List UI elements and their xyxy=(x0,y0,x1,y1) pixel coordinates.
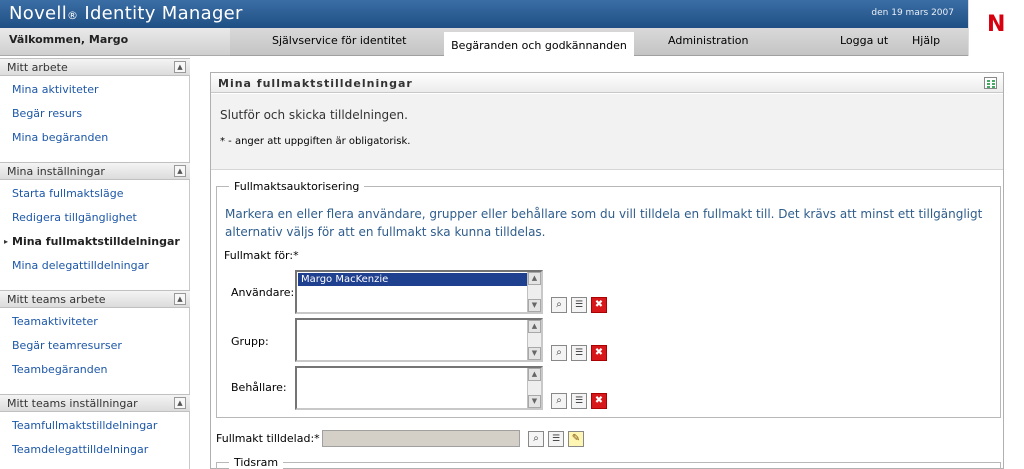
welcome-text: Välkommen, Margo xyxy=(9,33,129,46)
scroll-up-icon[interactable]: ▲ xyxy=(528,320,541,333)
sidebar-item-my-tasks[interactable]: Mina aktiviteter xyxy=(12,83,99,96)
novell-logo-icon: N xyxy=(987,12,1006,37)
search-icon[interactable]: ⌕ xyxy=(551,297,567,313)
tab-bar: Självservice för identitet Begäranden oc… xyxy=(230,28,968,56)
selected-user[interactable]: Margo MacKenzie xyxy=(298,273,528,286)
timeframe-legend: Tidsram xyxy=(229,456,284,469)
sidebar-item-request-resource[interactable]: Begär resurs xyxy=(12,107,82,120)
logout-link[interactable]: Logga ut xyxy=(840,34,888,47)
sidebar-item-team-requests[interactable]: Teambegäranden xyxy=(12,363,108,376)
section-team-work[interactable]: Mitt teams arbete ▲ xyxy=(0,290,190,308)
sidebar-item-edit-availability[interactable]: Redigera tillgänglighet xyxy=(12,211,137,224)
scroll-up-icon[interactable]: ▲ xyxy=(528,272,541,285)
collapse-icon[interactable]: ▲ xyxy=(174,61,186,73)
intro-area: Slutför och skicka tilldelningen. * - an… xyxy=(211,94,1003,170)
collapse-icon[interactable]: ▲ xyxy=(174,293,186,305)
delete-icon[interactable]: ✖ xyxy=(591,393,607,409)
intro-text: Slutför och skicka tilldelningen. xyxy=(220,108,408,122)
delete-icon[interactable]: ✖ xyxy=(591,297,607,313)
tab-requests[interactable]: Begäranden och godkännanden xyxy=(444,32,634,56)
section-title: Mitt teams inställningar xyxy=(7,397,138,410)
app-title: Novell® Identity Manager xyxy=(9,3,243,24)
container-listbox[interactable]: ▲ ▼ xyxy=(295,366,543,410)
section-my-settings[interactable]: Mina inställningar ▲ xyxy=(0,162,190,180)
users-scrollbar[interactable]: ▲ ▼ xyxy=(527,272,541,312)
main-panel: Mina fullmaktstilldelningar Slutför och … xyxy=(210,72,1004,469)
section-title: Mitt teams arbete xyxy=(7,293,106,306)
novell-logo: N xyxy=(968,0,1024,56)
panel-title-bar: Mina fullmaktstilldelningar xyxy=(211,73,1003,93)
tab-requests-label[interactable]: Begäranden och godkännanden xyxy=(444,32,634,52)
search-icon[interactable]: ⌕ xyxy=(551,393,567,409)
sidebar-item-my-delegate-assignments[interactable]: Mina delegattilldelningar xyxy=(12,259,149,272)
welcome-bar: Välkommen, Margo xyxy=(0,28,230,56)
proxy-authorization-fieldset: Fullmaktsauktorisering Markera en eller … xyxy=(216,180,1001,418)
section-my-work[interactable]: Mitt arbete ▲ xyxy=(0,58,190,76)
users-listbox[interactable]: Margo MacKenzie ▲ ▼ xyxy=(295,270,543,314)
collapse-icon[interactable]: ▲ xyxy=(174,397,186,409)
history-list-icon[interactable]: ☰ xyxy=(571,297,587,313)
proxy-assigned-label: Fullmakt tilldelad:* xyxy=(216,432,320,445)
header-date: den 19 mars 2007 xyxy=(871,8,954,18)
container-scrollbar[interactable]: ▲ ▼ xyxy=(527,368,541,408)
sidebar-item-request-team-resources[interactable]: Begär teamresurser xyxy=(12,339,122,352)
container-label: Behållare: xyxy=(231,381,287,394)
scroll-down-icon[interactable]: ▼ xyxy=(528,347,541,360)
authorization-description: Markera en eller flera användare, gruppe… xyxy=(225,207,983,239)
scroll-up-icon[interactable]: ▲ xyxy=(528,368,541,381)
scroll-down-icon[interactable]: ▼ xyxy=(528,395,541,408)
active-bullet-icon: ▸ xyxy=(4,237,9,246)
sidebar-item-start-proxy[interactable]: Starta fullmaktsläge xyxy=(12,187,123,200)
header-bar: Novell® Identity Manager den 19 mars 200… xyxy=(0,0,968,28)
history-list-icon[interactable]: ☰ xyxy=(571,393,587,409)
sidebar-item-my-proxy-assignments[interactable]: Mina fullmaktstilldelningar xyxy=(12,235,180,248)
group-listbox[interactable]: ▲ ▼ xyxy=(295,318,543,362)
section-team-settings[interactable]: Mitt teams inställningar ▲ xyxy=(0,394,190,412)
sidebar-item-team-tasks[interactable]: Teamaktiviteter xyxy=(12,315,98,328)
history-list-icon[interactable]: ☰ xyxy=(571,345,587,361)
sidebar: Mitt arbete ▲ Mina aktiviteter Begär res… xyxy=(0,58,190,469)
scroll-down-icon[interactable]: ▼ xyxy=(528,299,541,312)
section-title: Mina inställningar xyxy=(7,165,105,178)
sidebar-item-team-delegate-assignments[interactable]: Teamdelegattilldelningar xyxy=(12,443,148,456)
help-link[interactable]: Hjälp xyxy=(912,34,940,47)
history-list-icon[interactable]: ☰ xyxy=(548,431,564,447)
collapse-icon[interactable]: ▲ xyxy=(174,165,186,177)
search-icon[interactable]: ⌕ xyxy=(551,345,567,361)
sidebar-item-team-proxy-assignments[interactable]: Teamfullmaktstilldelningar xyxy=(12,419,157,432)
tab-administration[interactable]: Administration xyxy=(668,34,749,47)
page-title: Mina fullmaktstilldelningar xyxy=(218,77,413,90)
group-label: Grupp: xyxy=(231,335,269,348)
group-scrollbar[interactable]: ▲ ▼ xyxy=(527,320,541,360)
proxy-assigned-input[interactable] xyxy=(322,430,520,447)
delete-icon[interactable]: ✖ xyxy=(591,345,607,361)
tab-self-service[interactable]: Självservice för identitet xyxy=(272,34,406,47)
sidebar-item-my-requests[interactable]: Mina begäranden xyxy=(12,131,108,144)
edit-icon[interactable]: ✎ xyxy=(568,431,584,447)
users-label: Användare: xyxy=(231,286,295,299)
required-note: * - anger att uppgiften är obligatorisk. xyxy=(220,136,411,147)
panel-menu-icon[interactable] xyxy=(984,77,997,89)
fieldset-legend: Fullmaktsauktorisering xyxy=(229,180,365,193)
search-icon[interactable]: ⌕ xyxy=(528,431,544,447)
section-title: Mitt arbete xyxy=(7,61,68,74)
timeframe-fieldset: Tidsram xyxy=(216,456,1001,469)
proxy-for-label: Fullmakt för:* xyxy=(224,249,299,262)
